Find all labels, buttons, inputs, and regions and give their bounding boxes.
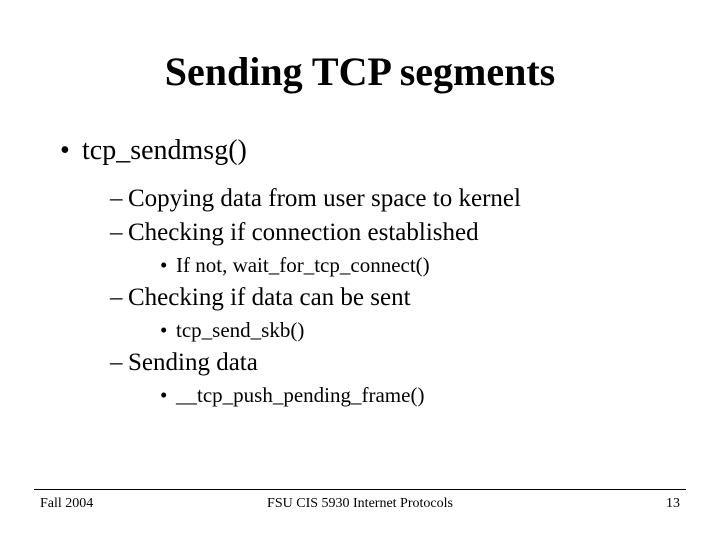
bullet-dot-icon: • [160, 318, 176, 343]
bullet-level2: –Sending data [110, 349, 680, 377]
bullet-level3: •__tcp_push_pending_frame() [160, 383, 680, 408]
footer-divider [34, 489, 686, 490]
footer-row: Fall 2004 FSU CIS 5930 Internet Protocol… [0, 496, 720, 512]
bullet-text: Copying data from user space to kernel [128, 185, 521, 212]
bullet-level2: –Checking if connection established [110, 219, 680, 247]
bullet-text: tcp_send_skb() [176, 318, 304, 342]
bullet-text: Checking if data can be sent [128, 284, 411, 311]
bullet-dot-icon: • [160, 253, 176, 278]
bullet-text: If not, wait_for_tcp_connect() [176, 253, 430, 277]
footer: Fall 2004 FSU CIS 5930 Internet Protocol… [0, 489, 720, 512]
dash-icon: – [110, 284, 128, 312]
slide-title: Sending TCP segments [40, 48, 680, 95]
bullet-level3: •tcp_send_skb() [160, 318, 680, 343]
bullet-text: Sending data [128, 349, 258, 376]
bullet-level2: –Checking if data can be sent [110, 284, 680, 312]
dash-icon: – [110, 185, 128, 213]
footer-course: FSU CIS 5930 Internet Protocols [200, 496, 520, 512]
bullet-text: __tcp_push_pending_frame() [176, 383, 424, 407]
dash-icon: – [110, 219, 128, 247]
footer-date: Fall 2004 [40, 496, 200, 512]
bullet-level2: –Copying data from user space to kernel [110, 185, 680, 213]
slide: Sending TCP segments •tcp_sendmsg() –Cop… [0, 0, 720, 540]
dash-icon: – [110, 349, 128, 377]
bullet-dot-icon: • [160, 383, 176, 408]
bullet-text: tcp_sendmsg() [82, 135, 247, 166]
bullet-level3: •If not, wait_for_tcp_connect() [160, 253, 680, 278]
footer-page-number: 13 [520, 496, 680, 512]
bullet-dot-icon: • [60, 135, 82, 167]
bullet-text: Checking if connection established [128, 219, 479, 246]
bullet-level1: •tcp_sendmsg() [60, 135, 680, 167]
